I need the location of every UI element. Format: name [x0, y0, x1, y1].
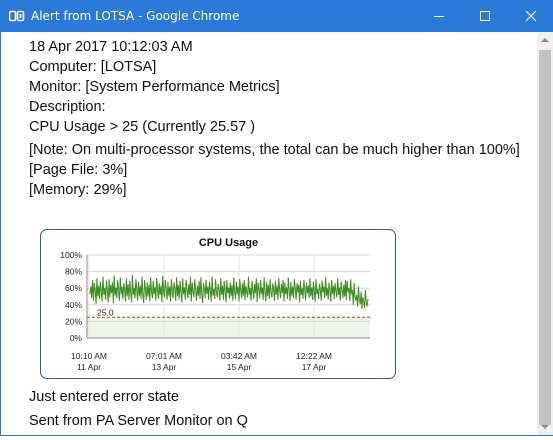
- alert-page-file: [Page File: 3%]: [29, 162, 128, 178]
- y-tick-label: 0%: [70, 333, 83, 343]
- threshold-label: 25.0: [97, 307, 114, 317]
- x-tick-time: 07:01 AM: [146, 351, 182, 361]
- alert-body: 18 Apr 2017 10:12:03 AM Computer: [LOTSA…: [29, 37, 534, 200]
- alert-condition: CPU Usage > 25 (Currently 25.57 ): [29, 119, 256, 135]
- x-tick-date: 15 Apr: [227, 362, 252, 372]
- y-tick-label: 20%: [65, 316, 82, 326]
- minimize-button[interactable]: [416, 1, 462, 32]
- chart-title: CPU Usage: [199, 237, 258, 249]
- alert-state: Just entered error state: [29, 389, 179, 405]
- alert-note: [Note: On multi-processor systems, the t…: [29, 142, 520, 158]
- alert-description-label: Description:: [29, 99, 106, 115]
- maximize-icon: [480, 11, 490, 21]
- y-tick-label: 60%: [65, 283, 82, 293]
- y-tick-label: 40%: [65, 300, 82, 310]
- x-tick-date: 17 Apr: [302, 362, 327, 372]
- x-tick-time: 12:22 AM: [296, 351, 332, 361]
- scroll-thumb[interactable]: [539, 50, 551, 425]
- cpu-usage-chart: CPU Usage 0% 20% 40% 60% 80% 100% 10:10 AM 11 Ap…: [40, 229, 396, 379]
- threshold-band: [87, 317, 370, 338]
- alert-sent-from: Sent from PA Server Monitor on Q: [29, 413, 248, 429]
- scroll-up-icon: [541, 38, 549, 42]
- close-icon: [526, 11, 537, 22]
- cpu-usage-series-line: [89, 274, 369, 310]
- x-tick-time: 10:10 AM: [71, 351, 107, 361]
- maximize-button[interactable]: [462, 1, 508, 32]
- x-tick-date: 13 Apr: [152, 362, 177, 372]
- alert-monitor: Monitor: [System Performance Metrics]: [29, 79, 280, 95]
- scroll-down-icon: [541, 425, 549, 429]
- close-button[interactable]: [508, 1, 553, 32]
- cpu-usage-chart-svg: CPU Usage 0% 20% 40% 60% 80% 100% 10:10 AM11 Ap…: [60, 237, 370, 372]
- scroll-down-button[interactable]: [537, 418, 553, 435]
- y-tick-label: 80%: [65, 267, 82, 277]
- browser-popup-window: Alert from LOTSA - Google Chrome 18 Apr …: [0, 0, 553, 436]
- x-tick-time: 03:42 AM: [221, 351, 257, 361]
- alert-computer: Computer: [LOTSA]: [29, 59, 157, 75]
- app-icon: [8, 10, 25, 22]
- y-tick-label: 100%: [60, 250, 82, 260]
- minimize-icon: [434, 16, 444, 17]
- scroll-up-button[interactable]: [537, 32, 553, 49]
- alert-timestamp: 18 Apr 2017 10:12:03 AM: [29, 39, 193, 55]
- window-title: Alert from LOTSA - Google Chrome: [31, 9, 240, 23]
- vertical-scrollbar[interactable]: [537, 32, 553, 435]
- alert-memory: [Memory: 29%]: [29, 182, 127, 198]
- x-tick-date: 11 Apr: [77, 362, 101, 372]
- title-bar[interactable]: Alert from LOTSA - Google Chrome: [1, 1, 552, 32]
